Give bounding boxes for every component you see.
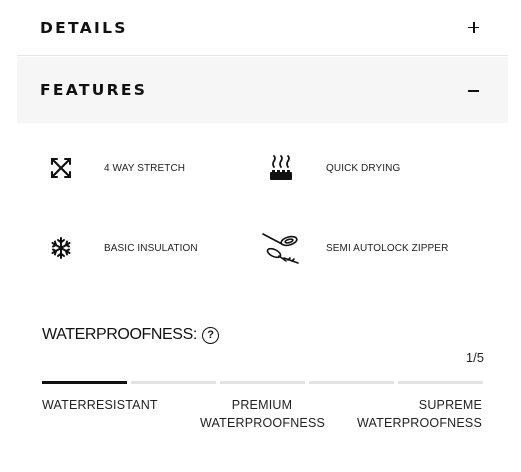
level-segment-5 xyxy=(398,381,483,384)
snowflake-icon xyxy=(46,233,76,263)
details-section-header[interactable]: DETAILS xyxy=(17,0,508,56)
level-label-premium: PREMIUM WATERPROOFNESS xyxy=(200,398,326,430)
level-segment-2 xyxy=(131,381,216,384)
level-label-supreme: SUPREME WATERPROOFNESS xyxy=(356,398,482,430)
feature-label: 4 WAY STRETCH xyxy=(104,163,186,174)
level-indicator: 1/5 xyxy=(465,350,484,365)
features-section-header[interactable]: FEATURES xyxy=(17,57,508,123)
waterproofness-title-text: WATERPROOFNESS: xyxy=(42,326,197,343)
feature-quick-drying: QUICK DRYING xyxy=(266,153,400,183)
level-segment-4 xyxy=(309,381,394,384)
zipper-icon xyxy=(260,230,300,266)
help-icon[interactable]: ? xyxy=(201,326,219,344)
feature-label: BASIC INSULATION xyxy=(104,243,198,254)
feature-4-way-stretch: 4 WAY STRETCH xyxy=(46,153,185,183)
quick-drying-icon xyxy=(266,153,296,183)
plus-icon[interactable] xyxy=(464,18,484,38)
level-label-waterresistant: WATERRESISTANT xyxy=(42,398,158,412)
details-title: DETAILS xyxy=(40,18,128,37)
stretch-arrows-icon xyxy=(46,153,76,183)
features-title: FEATURES xyxy=(40,81,148,99)
waterproofness-title: WATERPROOFNESS: ? xyxy=(42,326,219,344)
level-segment-3 xyxy=(220,381,305,384)
feature-basic-insulation: BASIC INSULATION xyxy=(46,233,198,263)
feature-semi-autolock-zipper: SEMI AUTOLOCK ZIPPER xyxy=(260,230,448,266)
feature-label: QUICK DRYING xyxy=(326,163,401,174)
level-segment-1 xyxy=(42,381,127,384)
feature-label: SEMI AUTOLOCK ZIPPER xyxy=(326,243,449,254)
minus-icon[interactable] xyxy=(464,80,484,100)
